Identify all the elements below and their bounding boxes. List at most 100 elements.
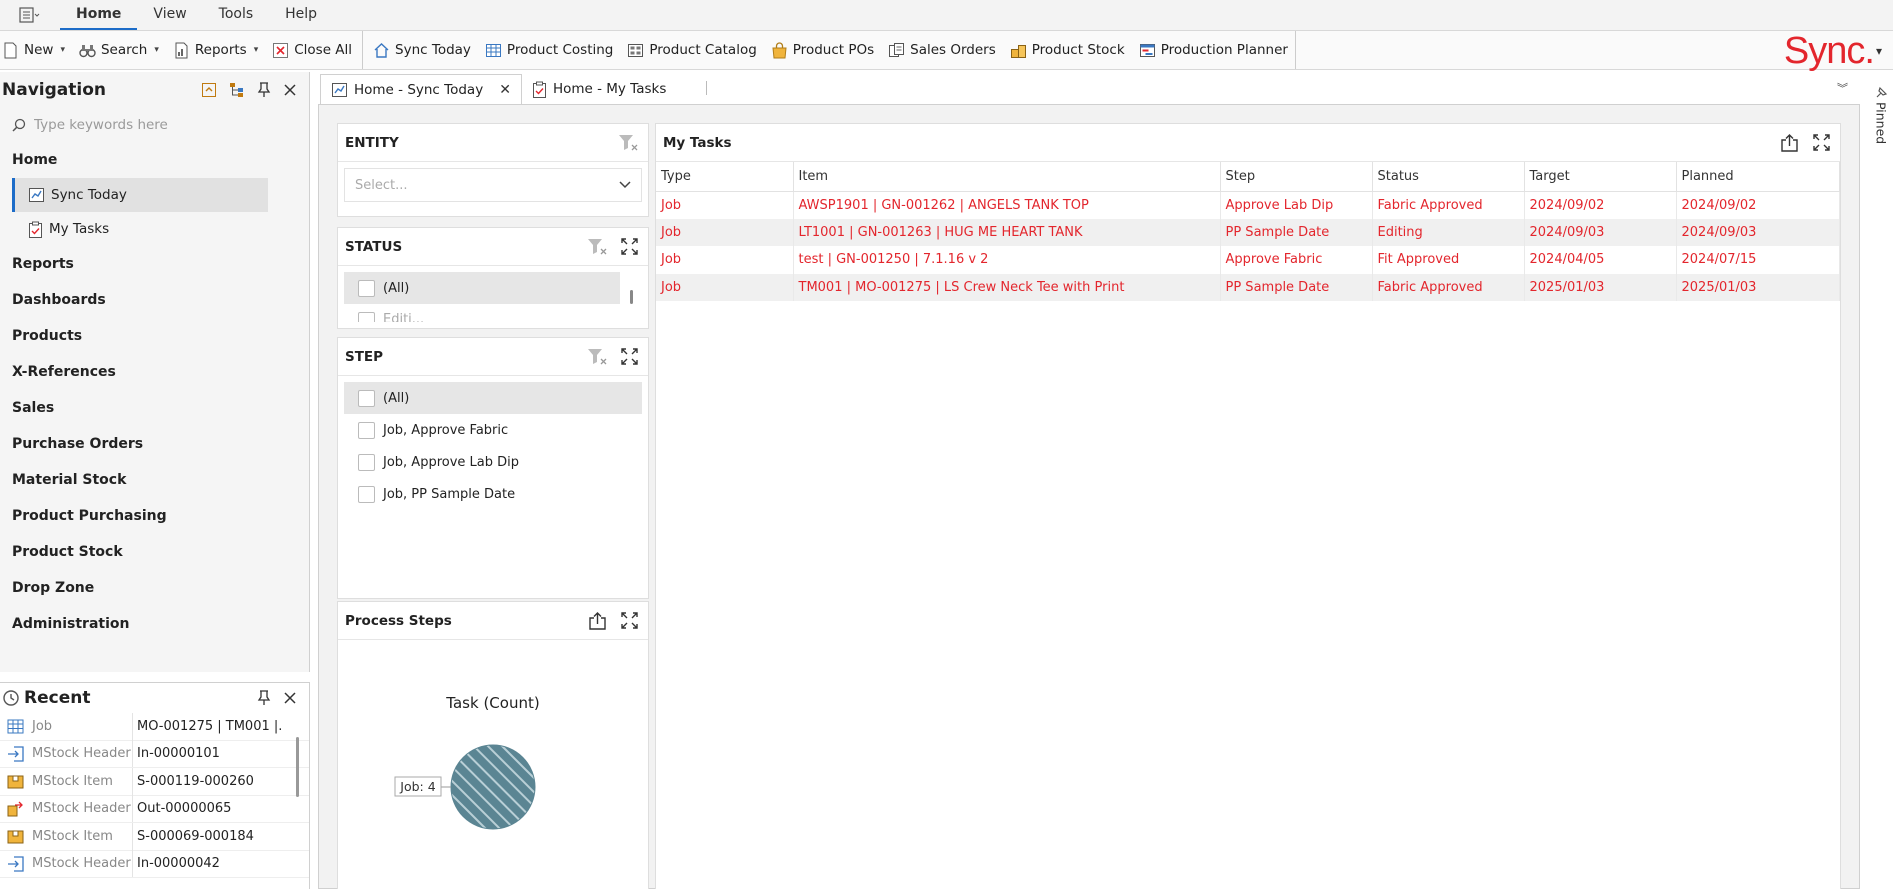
checkbox[interactable] [358, 453, 375, 471]
menu-view[interactable]: View [137, 0, 202, 30]
clear-filter-icon[interactable] [587, 348, 607, 366]
production-planner-button[interactable]: Production Planner [1132, 35, 1295, 65]
close-all-button[interactable]: Close All [265, 35, 359, 65]
close-icon[interactable] [283, 83, 297, 97]
nav-section-reports[interactable]: Reports [0, 246, 309, 282]
nav-section-drop-zone[interactable]: Drop Zone [0, 570, 309, 606]
nav-section-administration[interactable]: Administration [0, 606, 309, 642]
step-option-approve-fabric[interactable]: Job, Approve Fabric [338, 414, 648, 446]
grid-body: Job AWSP1901 | GN-001262 | ANGELS TANK TO… [656, 191, 1840, 301]
nav-item-sync-today[interactable]: Sync Today [12, 178, 268, 212]
menu-home[interactable]: Home [60, 0, 138, 30]
step-option-approve-lab-dip[interactable]: Job, Approve Lab Dip [338, 446, 648, 478]
maximize-icon[interactable] [621, 348, 638, 365]
column-header-type[interactable]: Type [656, 162, 794, 192]
menu-tools[interactable]: Tools [203, 0, 270, 30]
step-option-pp-sample-date[interactable]: Job, PP Sample Date [338, 478, 648, 510]
pinned-side-tab[interactable]: Pinned [1870, 86, 1892, 156]
sync-logo[interactable]: Sync. ▾ [1784, 30, 1882, 72]
tree-icon[interactable] [229, 82, 245, 98]
step-option-all[interactable]: (All) [344, 382, 642, 414]
status-filter-panel: STATUS (All) Editi... [337, 227, 649, 329]
reports-label: Reports [194, 42, 247, 58]
checkbox[interactable] [358, 485, 375, 503]
collapse-all-icon[interactable] [201, 82, 217, 98]
pie-slice-job[interactable] [450, 744, 536, 830]
maximize-icon[interactable] [621, 612, 638, 629]
recent-item[interactable]: Job MO-001275 | TM001 |... [0, 712, 309, 741]
column-header-status[interactable]: Status [1372, 162, 1525, 192]
maximize-icon[interactable] [1813, 134, 1830, 151]
table-row[interactable]: Job TM001 | MO-001275 | LS Crew Neck Tee … [656, 273, 1840, 301]
recent-item[interactable]: MStock Item S-000069-000184 [0, 822, 309, 851]
table-row[interactable]: Job LT1001 | GN-001263 | HUG ME HEART TAN… [656, 218, 1840, 246]
clear-filter-icon[interactable] [587, 238, 607, 256]
column-header-planned[interactable]: Planned [1676, 162, 1840, 192]
sales-orders-button[interactable]: Sales Orders [881, 35, 1003, 65]
recent-item[interactable]: MStock Item S-000119-000260 [0, 767, 309, 796]
stock-boxes-icon [1010, 44, 1026, 58]
search-label: Search [100, 42, 148, 58]
nav-section-purchase-orders[interactable]: Purchase Orders [0, 426, 309, 462]
menu-help[interactable]: Help [269, 0, 333, 30]
table-row[interactable]: Job test | GN-001250 | 7.1.16 v 2 Approve … [656, 246, 1840, 274]
clear-filter-icon[interactable] [618, 134, 638, 152]
export-icon[interactable] [1780, 133, 1799, 152]
product-costing-button[interactable]: Product Costing [478, 35, 620, 65]
product-catalog-button[interactable]: Product Catalog [620, 35, 763, 65]
checkbox[interactable] [358, 421, 375, 439]
nav-section-product-purchasing[interactable]: Product Purchasing [0, 498, 309, 534]
spreadsheet-icon [485, 43, 501, 57]
checkbox[interactable] [358, 312, 375, 322]
nav-section-home[interactable]: Home [0, 142, 309, 178]
tab-home-sync-today[interactable]: Home - Sync Today ✕ [320, 74, 522, 104]
recent-header: Recent [0, 683, 309, 713]
product-stock-button[interactable]: Product Stock [1003, 35, 1132, 65]
tab-close-icon[interactable]: ✕ [499, 82, 511, 98]
nav-section-material-stock[interactable]: Material Stock [0, 462, 309, 498]
step-header: STEP [338, 338, 648, 376]
nav-section-product-stock[interactable]: Product Stock [0, 534, 309, 570]
status-option-editing[interactable]: Editi... [338, 304, 648, 322]
nav-item-my-tasks[interactable]: My Tasks [0, 212, 268, 246]
dashboard-content: ENTITY Select... STATUS (All) Editi... S… [318, 104, 1860, 889]
sync-today-button[interactable]: Sync Today [366, 35, 478, 65]
export-icon[interactable] [588, 611, 607, 630]
table-row[interactable]: Job AWSP1901 | GN-001262 | ANGELS TANK TO… [656, 191, 1840, 219]
status-option-all[interactable]: (All) [344, 272, 620, 304]
nav-section-products[interactable]: Products [0, 318, 309, 354]
recent-item-type: MStock Header [30, 740, 133, 768]
recent-scrollbar[interactable] [296, 737, 299, 797]
chevron-down-icon[interactable]: ︾ [1837, 80, 1848, 96]
pin-icon[interactable] [257, 690, 271, 706]
tab-label: Home - My Tasks [552, 81, 667, 97]
new-button[interactable]: New ▾ [0, 35, 72, 65]
status-scrollbar[interactable] [630, 290, 633, 304]
cell-type: Job [656, 191, 794, 219]
checkbox[interactable] [358, 389, 375, 407]
column-header-step[interactable]: Step [1220, 162, 1373, 192]
pin-icon[interactable] [257, 82, 271, 98]
nav-section-dashboards[interactable]: Dashboards [0, 282, 309, 318]
navigation-search-input[interactable] [34, 117, 274, 133]
nav-section-sales[interactable]: Sales [0, 390, 309, 426]
product-pos-button[interactable]: Product POs [764, 35, 881, 65]
search-button[interactable]: Search ▾ [72, 35, 166, 65]
toolbar: New ▾ Search ▾ Reports ▾ Close All Sync Tod… [0, 30, 1893, 72]
close-icon[interactable] [283, 691, 297, 705]
nav-section-x-references[interactable]: X-References [0, 354, 309, 390]
tab-home-my-tasks[interactable]: Home - My Tasks [522, 74, 676, 104]
entity-select[interactable]: Select... [344, 168, 642, 202]
column-header-item[interactable]: Item [793, 162, 1221, 192]
recent-item[interactable]: MStock Header Out-00000065 [0, 795, 309, 823]
reports-button[interactable]: Reports ▾ [166, 35, 265, 65]
column-header-target[interactable]: Target [1524, 162, 1677, 192]
app-menu-button[interactable] [0, 0, 60, 30]
checkbox[interactable] [358, 279, 375, 297]
maximize-icon[interactable] [621, 238, 638, 255]
cell-target: 2024/09/02 [1524, 191, 1677, 219]
recent-item-value: In-00000101 [137, 746, 220, 762]
pie-chart: Job: 4 [394, 744, 536, 830]
recent-item[interactable]: MStock Header In-00000101 [0, 740, 309, 768]
recent-item[interactable]: MStock Header In-00000042 [0, 850, 309, 878]
